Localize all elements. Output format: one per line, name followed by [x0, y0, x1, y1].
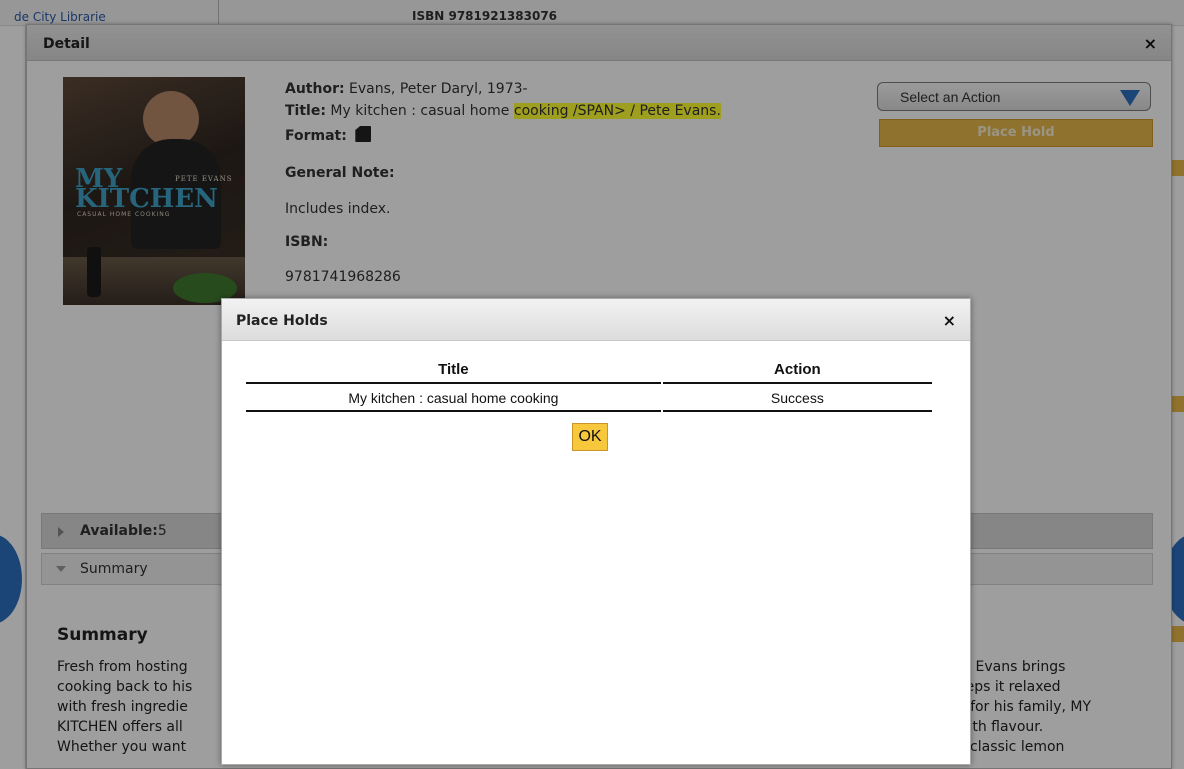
- row-action-cell: Success: [662, 384, 932, 412]
- row-title-cell: My kitchen : casual home cooking: [246, 384, 661, 412]
- modal-header: Place Holds ×: [222, 299, 970, 341]
- table-row: My kitchen : casual home cooking Success: [246, 384, 932, 412]
- column-header-action: Action: [662, 359, 932, 384]
- holds-table: Title Action My kitchen : casual home co…: [244, 359, 934, 412]
- modal-close-icon[interactable]: ×: [943, 311, 956, 330]
- table-header-row: Title Action: [246, 359, 932, 384]
- modal-title: Place Holds: [236, 313, 328, 329]
- place-holds-modal: Place Holds × Title Action My kitchen : …: [221, 298, 971, 765]
- ok-button[interactable]: OK: [572, 423, 608, 451]
- column-header-title: Title: [246, 359, 661, 384]
